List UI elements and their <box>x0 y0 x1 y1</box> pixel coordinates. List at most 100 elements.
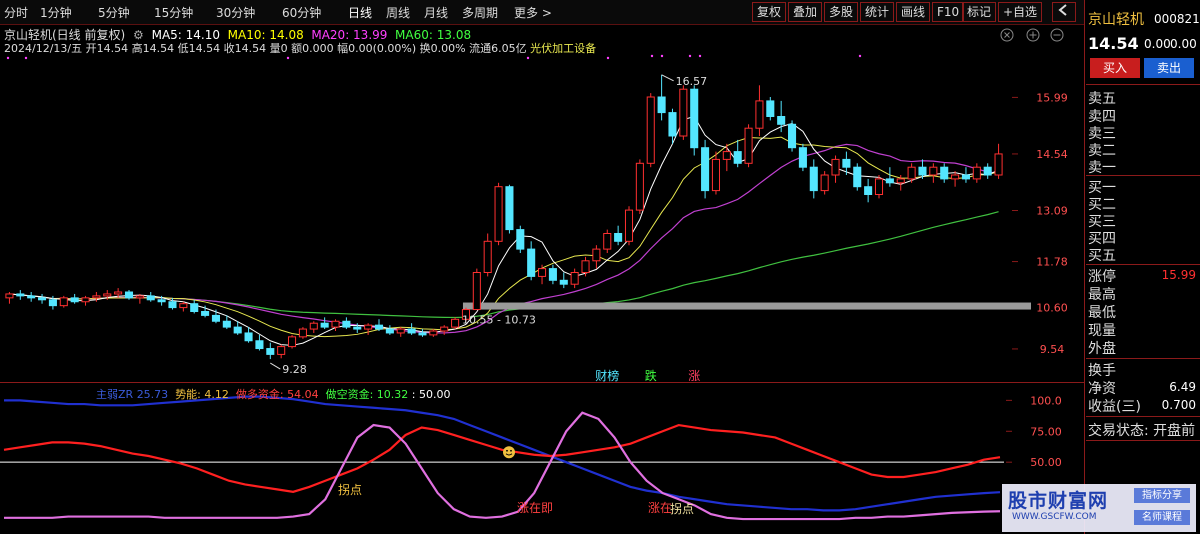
f10-button[interactable]: F10 <box>932 2 965 22</box>
candle-body <box>266 348 275 355</box>
support-band <box>462 302 1031 310</box>
watermark-brand: 股市财富网 <box>1008 490 1109 512</box>
legend-long-capital: 做多资金: 54.04 <box>235 388 319 401</box>
close-icon[interactable] <box>1000 28 1014 45</box>
trade-status: 交易状态: 开盘前 <box>1088 423 1196 439</box>
panel-separator <box>1086 264 1200 265</box>
candle-body <box>298 328 307 338</box>
panel-separator <box>1086 440 1200 441</box>
candle-body <box>559 279 568 285</box>
right-quote-panel: 京山轻机 000821 14.54 0.00 0.00 买入 卖出 卖五 卖四 … <box>1086 0 1200 534</box>
stat-value-limit-up: 15.99 <box>1161 268 1196 282</box>
signal-label: 财榜 <box>595 368 619 382</box>
watermark-banner: 股市财富网 WWW.GSCFW.COM 指标分享 名师课程 <box>1002 484 1196 532</box>
low-marker-label: 9.28 <box>282 363 307 376</box>
vertical-divider <box>1084 0 1085 534</box>
tab-daily[interactable]: 日线 <box>348 4 372 21</box>
indicator-annotation: 涨在即 <box>517 500 553 515</box>
plus-icon[interactable] <box>1026 28 1040 45</box>
draw-line-button[interactable]: 画线 <box>896 2 931 22</box>
candle-body <box>994 153 1003 176</box>
stat-label-eps: 收益(三) <box>1088 399 1141 415</box>
candle-body <box>440 326 449 332</box>
indicator-chart[interactable]: 50.0075.00100.0拐点涨在即 涨在拐点 <box>0 384 1084 528</box>
high-marker-arrow <box>661 74 674 82</box>
candle-body <box>385 328 394 334</box>
legend-weak: 主弱ZR <box>96 388 134 401</box>
candle-body <box>59 297 68 307</box>
candle-body <box>896 178 905 184</box>
add-watchlist-button[interactable]: +自选 <box>998 2 1043 22</box>
candle-body <box>570 272 579 285</box>
smiley-eye <box>510 449 512 452</box>
tab-multi-period[interactable]: 多周期 <box>462 4 498 21</box>
overlay-button[interactable]: 叠加 <box>788 2 823 22</box>
tab-60min[interactable]: 60分钟 <box>282 4 321 21</box>
panel-separator <box>1086 358 1200 359</box>
candlestick-chart[interactable]: 9.54 10.60 11.78 13.09 14.54 15.99 16.57 9.28 10… <box>0 52 1084 382</box>
candle-body <box>103 293 112 297</box>
back-arrow-icon[interactable] <box>1052 2 1076 22</box>
ask-1: 卖一 <box>1088 160 1116 176</box>
ask-5: 卖五 <box>1088 91 1116 107</box>
stat-label-high: 最高 <box>1088 287 1116 303</box>
candle-body <box>733 151 742 164</box>
tab-1min[interactable]: 1分钟 <box>40 4 72 21</box>
candle-body <box>864 186 873 195</box>
buy-button[interactable]: 买入 <box>1090 58 1140 78</box>
tab-monthly[interactable]: 月线 <box>424 4 448 21</box>
smiley-face <box>503 446 515 459</box>
tab-30min[interactable]: 30分钟 <box>216 4 255 21</box>
y-tick-label: 9.54 <box>1040 343 1065 356</box>
candle-body <box>929 166 938 176</box>
statistics-button[interactable]: 统计 <box>860 2 895 22</box>
signal-dot <box>688 54 692 58</box>
candle-body <box>722 151 731 160</box>
adjust-button[interactable]: 复权 <box>752 2 787 22</box>
legend-force: 势能: 4.12 <box>175 388 229 401</box>
candle-body <box>907 166 916 180</box>
signal-label: 跌 <box>645 368 657 382</box>
candle-body <box>472 272 481 311</box>
signal-dot <box>286 56 290 60</box>
sell-button[interactable]: 卖出 <box>1144 58 1194 78</box>
candle-body <box>309 322 318 330</box>
tab-5min[interactable]: 5分钟 <box>98 4 130 21</box>
candle-body <box>48 299 57 307</box>
candle-body <box>27 295 36 299</box>
candle-body <box>874 178 884 196</box>
candle-body <box>635 162 644 211</box>
minus-icon[interactable] <box>1050 28 1064 45</box>
tab-weekly[interactable]: 周线 <box>386 4 410 21</box>
tab-15min[interactable]: 15分钟 <box>154 4 193 21</box>
candle-body <box>168 301 177 309</box>
candle-body <box>342 320 351 328</box>
candle-body <box>657 96 666 114</box>
legend-weak-value: 25.73 <box>136 388 169 401</box>
candle-body <box>668 112 677 137</box>
candle-body <box>711 158 720 192</box>
candle-body <box>690 88 699 149</box>
stat-label-low: 最低 <box>1088 305 1116 321</box>
multi-stock-button[interactable]: 多股 <box>824 2 859 22</box>
stock-name: 京山轻机 <box>1088 12 1144 28</box>
panel-divider <box>0 382 1084 383</box>
mark-button[interactable]: 标记 <box>962 2 997 22</box>
indicator-legend: 主弱ZR 25.73 势能: 4.12 做多资金: 54.04 做空资金: 10… <box>96 386 451 402</box>
legend-short-capital: 做空资金: 10.32 <box>325 388 409 401</box>
candle-body <box>70 297 79 303</box>
last-price: 14.54 <box>1088 34 1139 53</box>
candle-body <box>135 295 144 299</box>
tab-more[interactable]: 更多 > <box>514 4 552 21</box>
candle-body <box>777 116 786 125</box>
candle-body <box>81 297 90 303</box>
smiley-eye <box>506 449 508 452</box>
ind-y-tick-label: 100.0 <box>1030 394 1062 407</box>
stock-code: 000821 <box>1154 12 1200 26</box>
candle-body <box>429 330 438 336</box>
candle-body <box>755 100 764 129</box>
candle-body <box>16 293 25 297</box>
ind-y-tick-label: 75.00 <box>1030 425 1062 438</box>
tab-timeshare[interactable]: 分时 <box>4 4 28 21</box>
candle-body <box>624 209 634 242</box>
